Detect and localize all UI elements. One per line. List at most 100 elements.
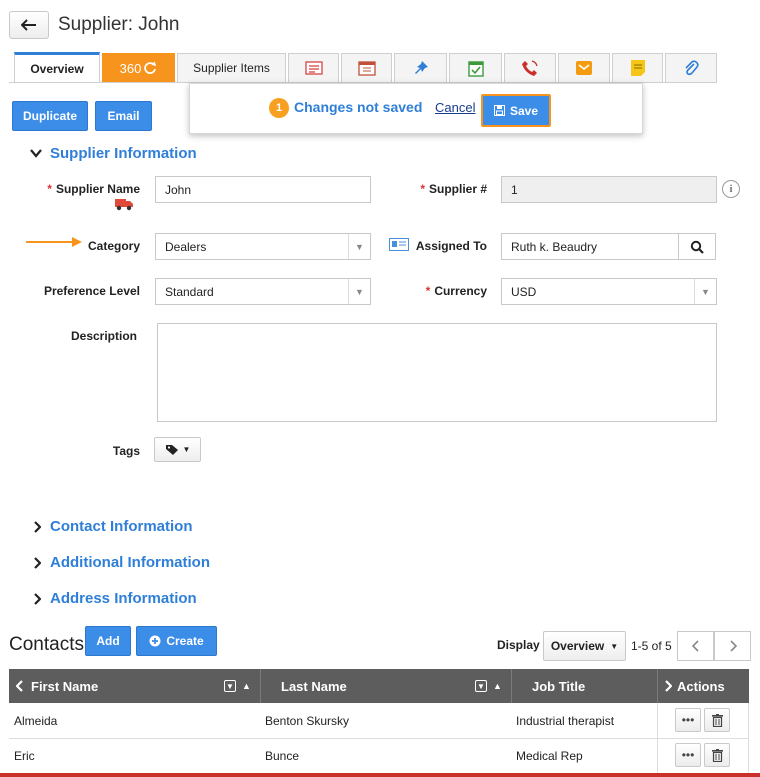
expand-chevron-icon[interactable] (33, 557, 42, 572)
column-first-name[interactable]: First Name (31, 669, 98, 703)
category-select[interactable]: Dealers ▼ (155, 233, 371, 260)
plus-circle-icon (149, 635, 161, 647)
actions-column-divider (657, 703, 658, 773)
supplier-name-value: John (165, 182, 192, 197)
bottom-status-bar (0, 773, 760, 777)
save-button-label: Save (509, 103, 539, 118)
category-label: Category (87, 239, 140, 253)
column-last-name[interactable]: Last Name (281, 669, 347, 703)
tab-attachments[interactable] (665, 53, 717, 82)
scroll-left-icon[interactable] (16, 669, 24, 703)
contact-information-header[interactable]: Contact Information (50, 518, 193, 535)
info-icon[interactable]: i (722, 180, 740, 198)
expand-chevron-icon[interactable] (33, 593, 42, 608)
actions-column-border (748, 703, 749, 773)
additional-information-header[interactable]: Additional Information (50, 554, 210, 571)
ellipsis-icon: ••• (681, 713, 695, 727)
floppy-disk-icon (493, 105, 505, 116)
tab-overview[interactable]: Overview (14, 52, 100, 82)
column-divider (260, 669, 261, 703)
ellipsis-icon: ••• (681, 748, 695, 762)
row-1-last-name: Benton Skursky (265, 714, 350, 728)
newspaper-icon (304, 61, 323, 75)
preference-level-select[interactable]: Standard ▼ (155, 278, 371, 305)
row-1-delete-button[interactable] (704, 708, 730, 732)
tags-label: Tags (112, 444, 140, 458)
duplicate-button-label: Duplicate (22, 109, 77, 123)
first-name-column-controls[interactable]: ▼ ▲ (224, 669, 251, 703)
next-page-button[interactable] (714, 631, 751, 661)
email-button[interactable]: Email (95, 101, 152, 131)
row-2-more-button[interactable]: ••• (675, 743, 701, 767)
scroll-right-icon[interactable] (664, 669, 672, 703)
contact-card-icon (389, 238, 409, 254)
supplier-number-input: 1 (501, 176, 717, 203)
orange-arrow-icon (26, 236, 84, 251)
create-contact-button[interactable]: Create (136, 626, 217, 656)
currency-label-text: Currency (434, 284, 487, 298)
assigned-to-search-button[interactable] (678, 233, 716, 260)
filter-icon[interactable]: ▼ (475, 680, 487, 692)
tab-360-label: 360 (119, 60, 142, 76)
row-1-first-name: Almeida (14, 714, 58, 728)
back-arrow-icon (21, 19, 36, 31)
sort-asc-icon[interactable]: ▲ (242, 681, 251, 691)
truck-icon (114, 197, 134, 214)
supplier-name-label: * Supplier Name (47, 182, 140, 196)
dropdown-arrow-icon: ▼ (694, 279, 716, 304)
preference-level-value: Standard (165, 284, 214, 299)
tab-notes[interactable] (612, 53, 663, 82)
dropdown-arrow-icon: ▼ (348, 279, 370, 304)
tab-pin[interactable] (394, 53, 447, 82)
back-button[interactable] (9, 11, 49, 39)
tab-supplier-items[interactable]: Supplier Items (177, 53, 286, 82)
add-contact-button[interactable]: Add (85, 626, 131, 656)
tab-task-calendar[interactable] (449, 53, 502, 82)
tab-overview-label: Overview (30, 61, 84, 76)
cancel-link[interactable]: Cancel (435, 100, 475, 115)
contacts-table-header: First Name ▼ ▲ Last Name ▼ ▲ Job Title A… (9, 669, 749, 703)
email-button-label: Email (107, 109, 140, 123)
chevron-right-icon (729, 640, 737, 652)
tab-phone[interactable] (504, 53, 556, 82)
sort-asc-icon[interactable]: ▲ (493, 681, 502, 691)
assigned-to-value: Ruth k. Beaudry (511, 239, 598, 254)
sticky-note-icon (630, 60, 645, 76)
collapse-chevron-icon[interactable] (30, 147, 42, 161)
display-view-select[interactable]: Overview ▼ (543, 631, 626, 661)
tags-dropdown-button[interactable]: ▼ (154, 437, 201, 462)
filter-icon[interactable]: ▼ (224, 680, 236, 692)
row-2-first-name: Eric (14, 749, 35, 763)
currency-select[interactable]: USD ▼ (501, 278, 717, 305)
assigned-to-label: Assigned To (415, 239, 487, 253)
chevron-left-icon (691, 640, 699, 652)
supplier-information-header[interactable]: Supplier Information (50, 145, 197, 162)
currency-label: * Currency (425, 284, 487, 298)
display-label: Display (497, 638, 540, 652)
supplier-number-value: 1 (511, 182, 518, 197)
column-job-title[interactable]: Job Title (532, 669, 585, 703)
duplicate-button[interactable]: Duplicate (12, 101, 88, 131)
caret-down-icon: ▼ (182, 445, 191, 454)
expand-chevron-icon[interactable] (33, 521, 42, 536)
row-2-delete-button[interactable] (704, 743, 730, 767)
tab-newspaper[interactable] (288, 53, 339, 82)
assigned-to-input[interactable]: Ruth k. Beaudry (501, 233, 679, 260)
address-information-header[interactable]: Address Information (50, 590, 197, 607)
description-textarea[interactable] (157, 323, 717, 422)
table-row-divider (9, 738, 749, 739)
unsaved-message: Changes not saved (294, 99, 423, 115)
last-name-column-controls[interactable]: ▼ ▲ (475, 669, 502, 703)
row-1-more-button[interactable]: ••• (675, 708, 701, 732)
tab-email[interactable] (558, 53, 610, 82)
supplier-name-input[interactable]: John (155, 176, 371, 203)
calendar-icon (357, 61, 376, 76)
tab-360[interactable]: 360 (102, 53, 175, 82)
tab-calendar[interactable] (341, 53, 392, 82)
save-button[interactable]: Save (481, 94, 551, 127)
previous-page-button[interactable] (677, 631, 714, 661)
pin-icon (414, 61, 428, 74)
page-title: Supplier: John (58, 14, 180, 35)
row-2-job-title: Medical Rep (516, 749, 583, 763)
column-divider (657, 669, 658, 703)
